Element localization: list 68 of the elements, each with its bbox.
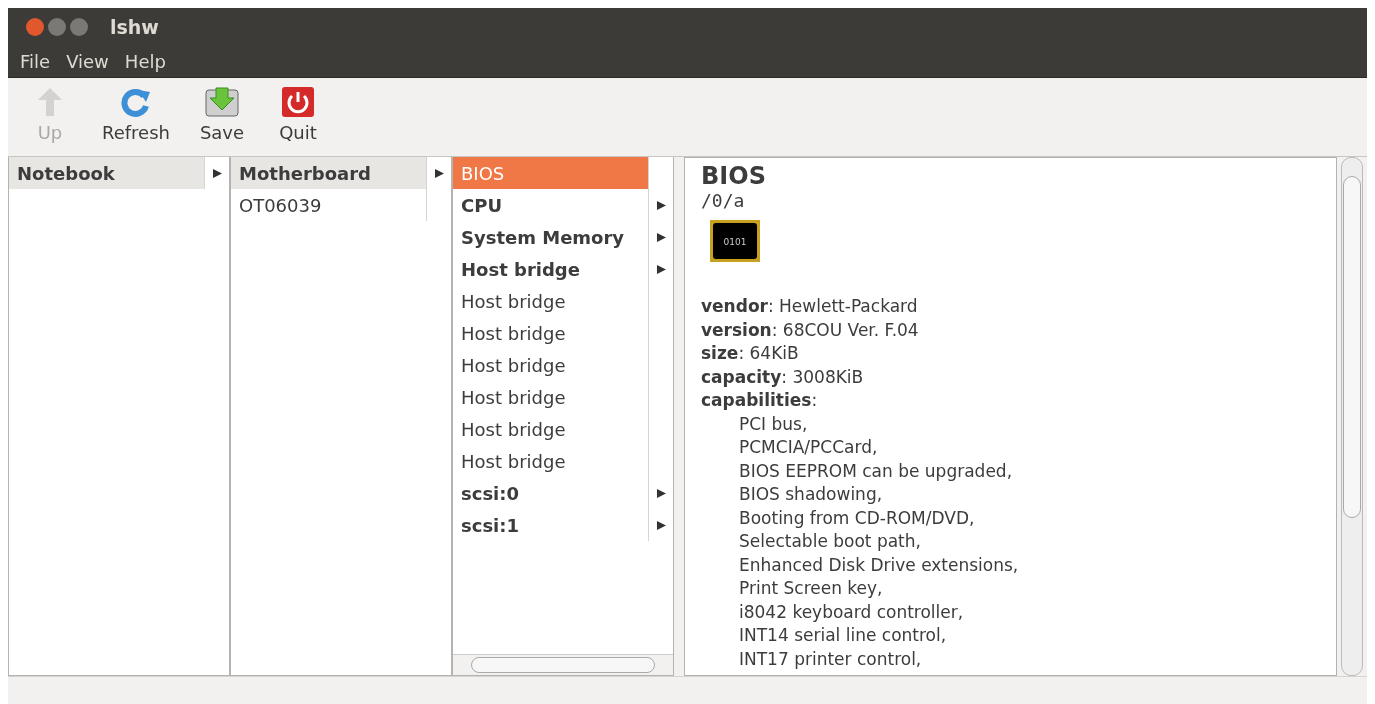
capability-item: Enhanced Disk Drive extensions, (738, 553, 1020, 577)
tree-item[interactable]: Host bridge (453, 317, 649, 349)
item-label: Notebook (16, 162, 115, 184)
refresh-icon (120, 86, 152, 118)
power-icon (281, 86, 315, 118)
capability-item: PCMCIA/PCCard, (738, 436, 879, 459)
chip-icon: 0101 (707, 217, 763, 265)
capability-item: Print Screen key, (738, 577, 884, 600)
up-arrow-icon (36, 86, 64, 118)
toolbar-button[interactable]: Quit (266, 78, 330, 143)
expand-arrow-icon (657, 521, 666, 530)
menu-item[interactable]: File (12, 50, 59, 72)
item-label: CPU (460, 194, 503, 216)
item-label: scsi:1 (460, 514, 519, 536)
tree-item[interactable]: Host bridge (453, 445, 649, 477)
capability-item: PCI bus, (738, 412, 809, 436)
capability-item: INT17 printer control, (738, 647, 923, 671)
expand-arrow-icon (657, 489, 666, 498)
vertical-scrollbar[interactable] (1341, 157, 1363, 676)
detail-title: BIOS (701, 162, 767, 190)
minimize-icon[interactable] (48, 17, 66, 36)
expand-arrow-icon (657, 265, 666, 274)
window-title: lshw (110, 15, 159, 38)
item-label: Host bridge (460, 258, 580, 280)
device-path: /0/a (701, 190, 746, 211)
detail-field: size: 64KiB (701, 342, 1320, 366)
tree-item[interactable]: Host bridge (453, 349, 649, 381)
tree-item[interactable]: OT06039 (231, 189, 427, 221)
capability-item: i8042 keyboard controller, (738, 600, 965, 624)
tree-item[interactable]: CPU (453, 189, 649, 221)
item-label: scsi:0 (460, 482, 519, 504)
close-icon[interactable] (26, 17, 44, 36)
menu-item[interactable]: View (58, 50, 117, 72)
tree-item[interactable]: scsi:1 (453, 509, 649, 541)
horizontal-scrollbar[interactable] (453, 654, 673, 675)
item-label: OT06039 (238, 194, 322, 216)
tree-item[interactable]: Host bridge (453, 381, 649, 413)
item-label: Host bridge (460, 386, 566, 408)
expand-arrow-icon (213, 169, 222, 178)
item-label: Host bridge (460, 322, 566, 344)
tree-item[interactable]: Host bridge (453, 413, 649, 445)
capability-item: Selectable boot path, (738, 530, 922, 553)
item-label: Host bridge (460, 290, 566, 312)
tree-item[interactable]: Host bridge (453, 253, 649, 285)
expand-arrow-icon (435, 169, 444, 178)
toolbar-button[interactable]: Refresh (94, 78, 178, 143)
capability-item: BIOS EEPROM can be upgraded, (738, 459, 1014, 483)
maximize-icon[interactable] (70, 17, 88, 36)
capability-item: BIOS shadowing, (738, 483, 884, 506)
detail-field: version: 68COU Ver. F.04 (701, 318, 1320, 342)
capability-item: INT14 serial line control, (738, 624, 948, 647)
capability-item: Booting from CD-ROM/DVD, (738, 506, 976, 530)
item-label: Host bridge (460, 450, 566, 472)
expand-arrow-icon (657, 201, 666, 210)
item-label: Motherboard (238, 162, 371, 184)
menu-item[interactable]: Help (116, 50, 174, 72)
item-label: Host bridge (460, 418, 566, 440)
detail-field: capacity: 3008KiB (701, 365, 1320, 389)
tree-item[interactable]: scsi:0 (453, 477, 649, 509)
item-label: System Memory (460, 226, 625, 248)
detail-field: capabilities: (701, 389, 1320, 413)
expand-arrow-icon (657, 233, 666, 242)
item-label: BIOS (460, 162, 505, 184)
tree-item[interactable]: System Memory (453, 221, 649, 253)
toolbar-button[interactable]: Save (190, 78, 254, 143)
item-label: Host bridge (460, 354, 566, 376)
tree-item[interactable]: Host bridge (453, 285, 649, 317)
detail-field: vendor: Hewlett-Packard (701, 295, 1320, 319)
